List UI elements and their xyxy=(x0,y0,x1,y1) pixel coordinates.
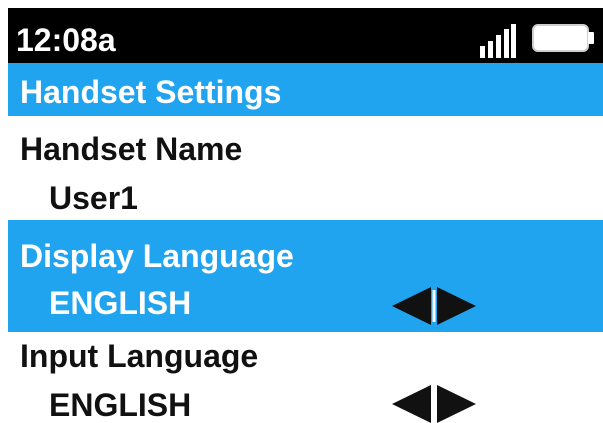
setting-label: Handset Name xyxy=(20,131,243,167)
setting-input-language[interactable]: Input Language ENGLISH xyxy=(8,332,603,423)
setting-label: Display Language xyxy=(20,238,294,274)
title-bar: Handset Settings xyxy=(8,63,603,116)
left-right-arrows-icon[interactable] xyxy=(392,385,476,423)
setting-value: ENGLISH xyxy=(49,387,192,423)
setting-value: User1 xyxy=(49,180,138,216)
setting-value: ENGLISH xyxy=(49,285,192,321)
left-right-arrows-icon[interactable] xyxy=(392,287,476,325)
clock-time: 12:08a xyxy=(16,22,116,58)
setting-display-language[interactable]: Display Language ENGLISH xyxy=(8,220,603,332)
battery-icon xyxy=(532,24,594,52)
setting-label: Input Language xyxy=(20,338,259,374)
status-bar: 12:08a xyxy=(8,8,603,63)
setting-handset-name[interactable]: Handset Name User1 xyxy=(8,116,603,228)
page-title: Handset Settings xyxy=(20,74,282,110)
signal-strength-icon xyxy=(480,24,516,58)
handset-screen: 12:08a Handset Settings Handset Name Use… xyxy=(8,8,603,423)
